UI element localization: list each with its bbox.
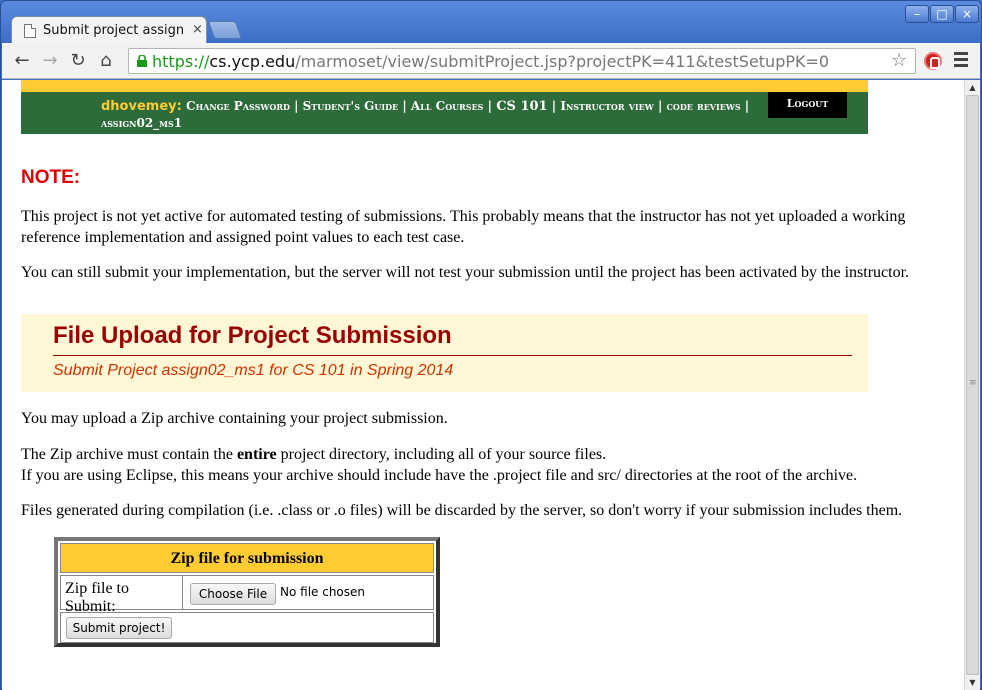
submission-form: Zip file for submission Zip file to Subm… bbox=[54, 537, 440, 647]
page-icon bbox=[24, 24, 36, 38]
new-tab-button[interactable] bbox=[207, 21, 243, 39]
minimize-button[interactable]: – bbox=[905, 5, 929, 23]
maximize-button[interactable]: □ bbox=[930, 5, 954, 23]
choose-file-button[interactable]: Choose File bbox=[190, 583, 276, 605]
adblock-extension-icon[interactable] bbox=[924, 52, 942, 70]
file-status: No file chosen bbox=[280, 585, 366, 599]
instruction-paragraph-3: Files generated during compilation (i.e.… bbox=[21, 502, 903, 519]
note-paragraph-1: This project is not yet active for autom… bbox=[21, 208, 906, 246]
instruction-paragraph-1: You may upload a Zip archive containing … bbox=[21, 410, 448, 427]
submit-row: Submit project! bbox=[60, 612, 434, 643]
site-navbar: Logout dhovemey: Change Password | Stude… bbox=[21, 92, 868, 134]
reload-icon[interactable]: ↻ bbox=[67, 51, 89, 71]
scroll-up-icon[interactable]: ▲ bbox=[965, 80, 980, 95]
submit-project-button[interactable]: Submit project! bbox=[66, 617, 172, 639]
header-accent-strip bbox=[21, 80, 868, 92]
browser-tab[interactable]: Submit project assign0 × bbox=[11, 16, 207, 44]
note-heading: NOTE: bbox=[21, 167, 81, 188]
form-header: Zip file for submission bbox=[60, 543, 434, 573]
back-icon[interactable]: ← bbox=[11, 51, 33, 71]
tab-close-icon[interactable]: × bbox=[192, 22, 203, 37]
forward-icon[interactable]: → bbox=[39, 51, 61, 71]
username: dhovemey: bbox=[101, 99, 182, 114]
url-text: https://cs.ycp.edu/marmoset/view/submitP… bbox=[152, 52, 830, 71]
nav-code-reviews[interactable]: code reviews bbox=[667, 99, 741, 113]
note-paragraph-2: You can still submit your implementation… bbox=[21, 264, 910, 281]
nav-project[interactable]: assign02_ms1 bbox=[101, 116, 182, 130]
browser-window: Submit project assign0 × – □ × ← → ↻ ⌂ h… bbox=[0, 0, 982, 690]
nav-all-courses[interactable]: All Courses bbox=[411, 99, 484, 113]
upload-subtitle: Submit Project assign02_ms1 for CS 101 i… bbox=[53, 362, 454, 379]
nav-instructor-view[interactable]: Instructor view bbox=[560, 99, 653, 113]
upload-section-header: File Upload for Project Submission Submi… bbox=[21, 314, 868, 392]
file-label: Zip file to Submit: bbox=[61, 576, 183, 615]
tab-title: Submit project assign0 bbox=[43, 23, 183, 38]
close-window-button[interactable]: × bbox=[955, 5, 979, 23]
address-bar[interactable]: https://cs.ycp.edu/marmoset/view/submitP… bbox=[128, 48, 916, 74]
home-icon[interactable]: ⌂ bbox=[95, 51, 117, 71]
bookmark-star-icon[interactable]: ☆ bbox=[891, 50, 907, 71]
nav-change-password[interactable]: Change Password bbox=[186, 99, 290, 113]
menu-icon[interactable] bbox=[954, 52, 968, 68]
file-row: Zip file to Submit: Choose File No file … bbox=[60, 575, 434, 615]
scroll-thumb[interactable] bbox=[966, 95, 979, 675]
page-viewport: Logout dhovemey: Change Password | Stude… bbox=[2, 80, 964, 690]
upload-title: File Upload for Project Submission bbox=[53, 322, 452, 349]
vertical-scrollbar[interactable]: ▲ ▼ bbox=[964, 80, 980, 690]
title-bar: Submit project assign0 × – □ × bbox=[1, 1, 981, 44]
scroll-down-icon[interactable]: ▼ bbox=[965, 675, 980, 690]
nav-students-guide[interactable]: Student's Guide bbox=[303, 99, 399, 113]
browser-toolbar: ← → ↻ ⌂ https://cs.ycp.edu/marmoset/view… bbox=[2, 43, 980, 79]
nav-course[interactable]: CS 101 bbox=[496, 99, 547, 114]
lock-icon bbox=[137, 55, 147, 67]
divider bbox=[53, 355, 852, 356]
nav-links: dhovemey: Change Password | Student's Gu… bbox=[101, 99, 750, 130]
instruction-paragraph-2: The Zip archive must contain the entire … bbox=[21, 446, 858, 484]
